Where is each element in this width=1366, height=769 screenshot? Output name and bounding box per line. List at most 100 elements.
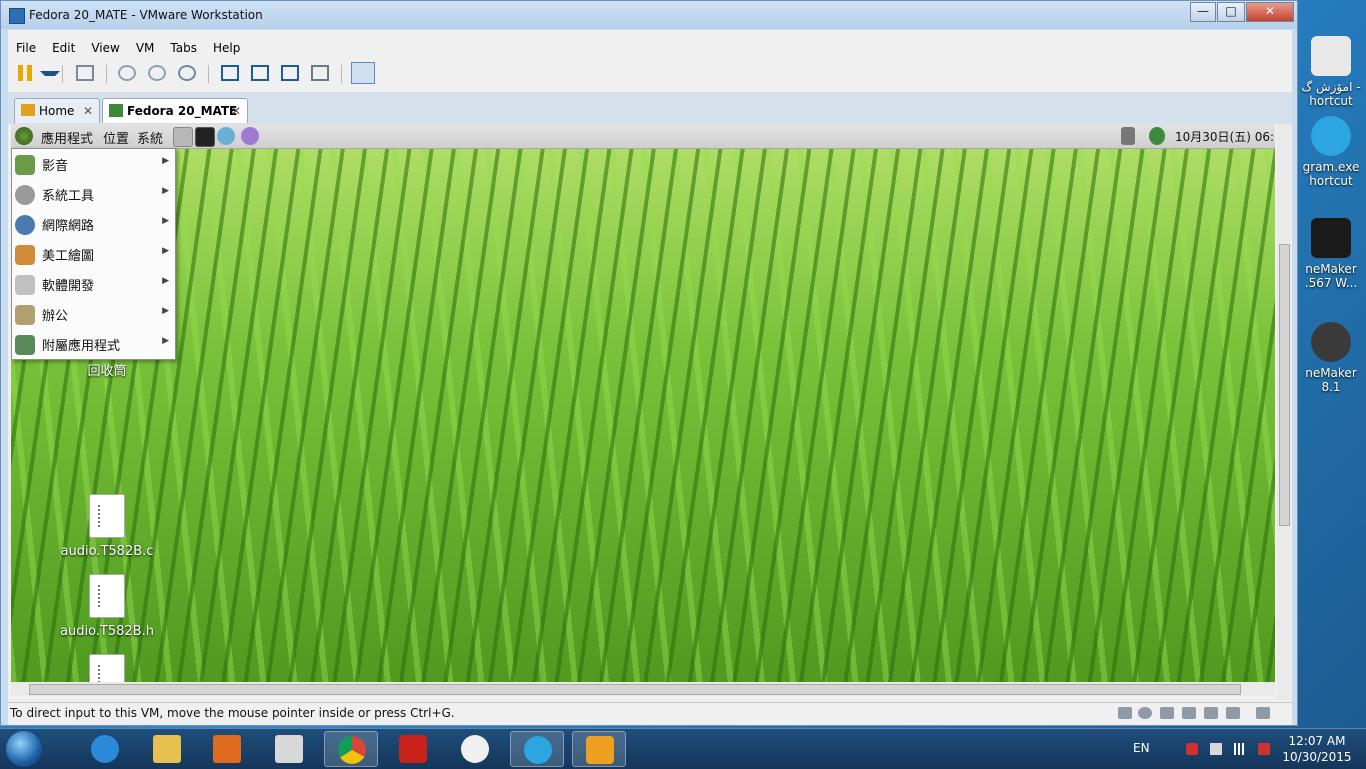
menu-bar: File Edit View VM Tabs Help (8, 38, 248, 58)
taskbar-flash[interactable] (386, 731, 440, 767)
menu-item-accessories[interactable]: 附屬應用程式 ▶ (12, 329, 173, 359)
file-manager-icon[interactable] (173, 127, 193, 147)
tab-fedora-close-button[interactable]: ✕ (231, 99, 241, 123)
send-ctrl-alt-del-icon[interactable] (76, 65, 94, 81)
vmware-icon (586, 736, 614, 764)
security-icon[interactable] (1186, 743, 1198, 755)
menu-edit[interactable]: Edit (44, 38, 83, 58)
cd-dvd-icon[interactable] (1138, 707, 1152, 719)
dropdown-icon[interactable] (40, 71, 60, 76)
host-desktop-icon[interactable]: امۆزش گ - hortcut (1296, 36, 1366, 108)
tab-fedora[interactable]: Fedora 20_MATE ✕ (102, 98, 248, 123)
sidebar-icon[interactable] (221, 65, 239, 81)
menu-item-graphics[interactable]: 美工繪圖 ▶ (12, 239, 173, 269)
menu-file[interactable]: File (8, 38, 44, 58)
taskbar-app[interactable] (262, 731, 316, 767)
scrollbar-thumb[interactable] (1279, 244, 1290, 526)
mate-logo-icon[interactable] (15, 127, 33, 145)
horizontal-scrollbar[interactable] (11, 682, 1275, 696)
guest-menu-applications[interactable]: 應用程式 (41, 128, 93, 147)
submenu-arrow-icon: ▶ (162, 336, 169, 346)
vmware-window: Fedora 20_MATE - VMware Workstation — □ … (0, 0, 1298, 726)
host-desktop-icon[interactable]: neMaker .567 W... (1296, 218, 1366, 290)
guest-file[interactable]: audio.T582B.c (57, 494, 157, 559)
window-title: Fedora 20_MATE - VMware Workstation (29, 8, 263, 22)
chrome-icon (338, 736, 366, 764)
tab-home-close-button[interactable]: ✕ (83, 99, 93, 123)
internet-icon (15, 215, 35, 235)
volume-icon[interactable] (1210, 743, 1222, 755)
taskbar-ie[interactable] (78, 731, 132, 767)
taskbar-telegram[interactable] (510, 731, 564, 767)
system-tools-icon (15, 185, 35, 205)
menu-item-internet[interactable]: 網際網路 ▶ (12, 209, 173, 239)
maximize-button[interactable]: □ (1217, 2, 1245, 22)
autofit-icon[interactable] (351, 62, 375, 84)
browser-icon[interactable] (217, 127, 235, 145)
scrollbar-thumb[interactable] (29, 684, 1241, 695)
menu-view[interactable]: View (83, 38, 127, 58)
close-button[interactable]: ✕ (1246, 2, 1294, 22)
guest-file[interactable] (57, 654, 157, 684)
printer-icon[interactable] (1182, 707, 1196, 719)
pause-icon[interactable] (18, 65, 32, 81)
menu-item-multimedia[interactable]: 影音 ▶ (12, 149, 173, 179)
network-adapter-icon[interactable] (1160, 707, 1174, 719)
console-icon[interactable] (251, 65, 269, 81)
snapshot-revert-icon[interactable] (148, 65, 166, 81)
host-desktop-icon[interactable]: neMaker 8.1 (1296, 322, 1366, 394)
toolbar-separator (106, 65, 107, 83)
toolbar-separator (62, 65, 63, 83)
guest-menu-system[interactable]: 系統 (137, 128, 163, 147)
display-icon[interactable] (1226, 707, 1240, 719)
title-bar[interactable]: Fedora 20_MATE - VMware Workstation — □ … (1, 1, 1297, 29)
snapshot-take-icon[interactable] (118, 65, 136, 81)
network-status-icon[interactable] (1258, 743, 1270, 755)
language-indicator[interactable]: EN (1133, 741, 1150, 755)
sound-icon[interactable] (1204, 707, 1218, 719)
vm-screen[interactable]: 應用程式 位置 系統 10月30日(五) 06: 回收筒 audio.T582B… (11, 124, 1275, 684)
menu-help[interactable]: Help (205, 38, 248, 58)
folder-icon (153, 735, 181, 763)
terminal-icon[interactable] (195, 127, 215, 147)
menu-item-development[interactable]: 軟體開發 ▶ (12, 269, 173, 299)
tab-fedora-label: Fedora 20_MATE (127, 104, 238, 118)
gamemaker-gear-icon (1311, 322, 1351, 362)
taskbar-app2[interactable] (448, 731, 502, 767)
taskbar-vmware[interactable] (572, 731, 626, 767)
network-icon[interactable] (1149, 127, 1165, 145)
menu-item-system-tools[interactable]: 系統工具 ▶ (12, 179, 173, 209)
menu-vm[interactable]: VM (128, 38, 163, 58)
taskbar-media[interactable] (200, 731, 254, 767)
message-log-icon[interactable] (1256, 707, 1270, 719)
vertical-scrollbar[interactable] (1277, 124, 1291, 700)
status-bar: To direct input to this VM, move the mou… (8, 702, 1292, 725)
submenu-arrow-icon: ▶ (162, 186, 169, 196)
volume-icon[interactable] (1121, 127, 1135, 145)
media-player-icon (213, 735, 241, 763)
guest-clock[interactable]: 10月30日(五) 06: (1175, 128, 1274, 145)
fullscreen-icon[interactable] (281, 65, 299, 81)
guest-file[interactable]: audio.T582B.h (57, 574, 157, 639)
guest-menu-places[interactable]: 位置 (103, 128, 129, 147)
guest-trash[interactable]: 回收筒 (57, 360, 157, 379)
host-desktop-icon[interactable]: gram.exe hortcut (1296, 116, 1366, 188)
snapshot-manager-icon[interactable] (178, 65, 196, 81)
office-icon (15, 305, 35, 325)
hard-disk-icon[interactable] (1118, 707, 1132, 719)
start-button[interactable] (6, 731, 42, 767)
unity-icon[interactable] (311, 65, 329, 81)
toolbar (8, 61, 1292, 87)
tab-home[interactable]: Home ✕ (14, 98, 100, 123)
menu-tabs[interactable]: Tabs (162, 38, 205, 58)
pidgin-icon[interactable] (241, 127, 259, 145)
minimize-button[interactable]: — (1190, 2, 1216, 22)
signal-icon[interactable] (1234, 743, 1248, 755)
toolbar-separator (208, 65, 209, 83)
menu-item-office[interactable]: 辦公 ▶ (12, 299, 173, 329)
taskbar-clock[interactable]: 12:07 AM 10/30/2015 (1282, 733, 1352, 765)
taskbar-explorer[interactable] (140, 731, 194, 767)
submenu-arrow-icon: ▶ (162, 276, 169, 286)
taskbar-chrome[interactable] (324, 731, 378, 767)
text-file-icon (89, 654, 125, 684)
